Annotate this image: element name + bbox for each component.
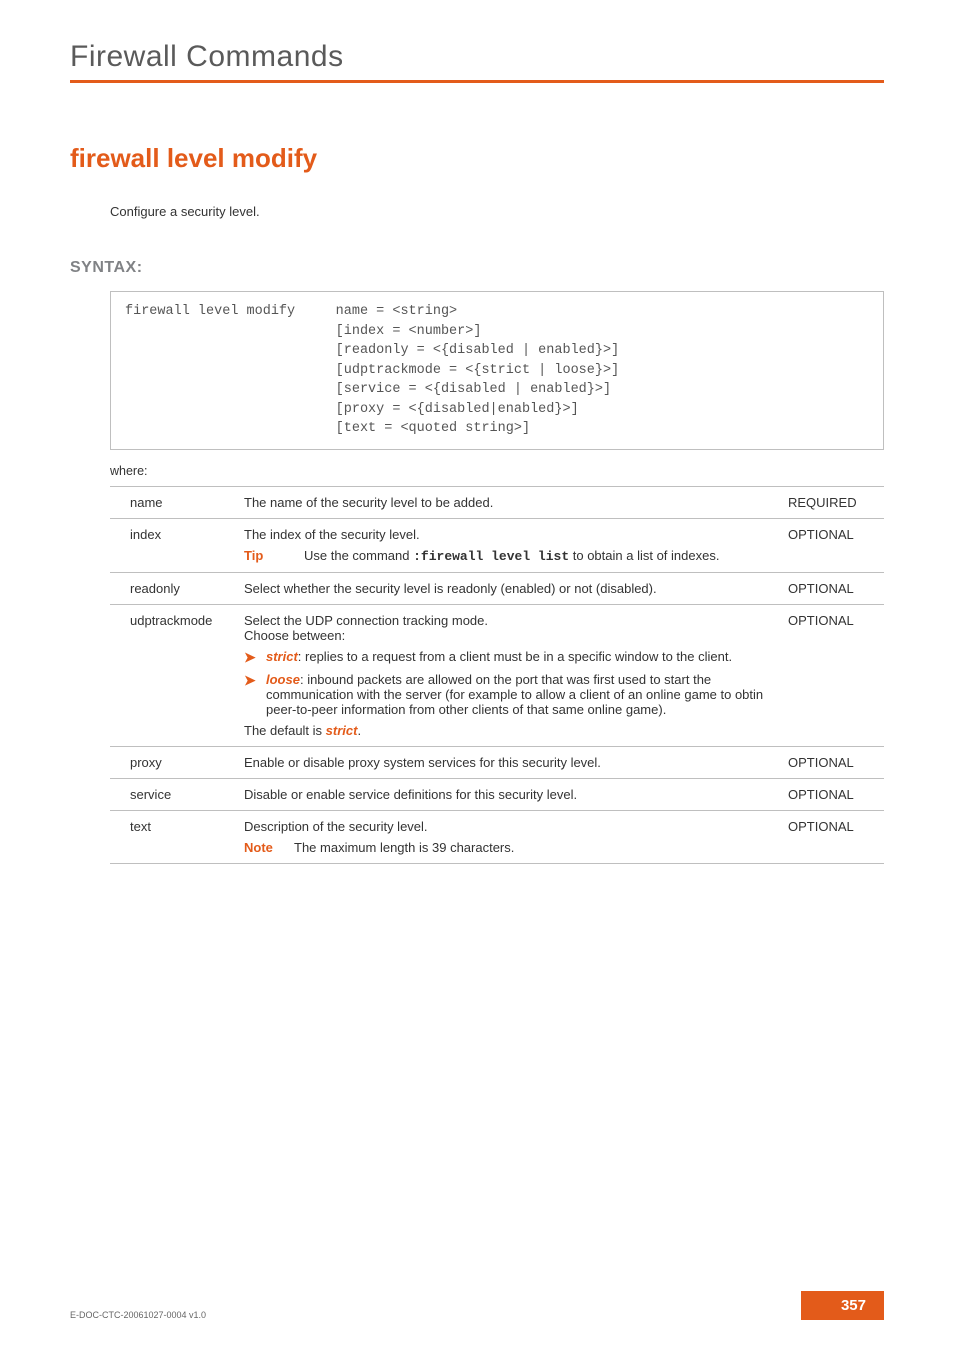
bullet-strict: ➤ strict: replies to a request from a cl… (244, 649, 774, 666)
page-title: firewall level modify (70, 143, 884, 174)
tip-cmd: :firewall level list (413, 549, 569, 564)
loose-text: : inbound packets are allowed on the por… (266, 672, 763, 717)
bullet-arrow-icon: ➤ (244, 649, 266, 666)
bullet-text: strict: replies to a request from a clie… (266, 649, 732, 666)
table-row: service Disable or enable service defini… (110, 778, 884, 810)
default-line: The default is strict. (244, 723, 774, 738)
param-req: OPTIONAL (784, 604, 884, 746)
default-val: strict (326, 723, 358, 738)
tip-text: Use the command :firewall level list to … (304, 548, 719, 564)
param-desc: Enable or disable proxy system services … (240, 746, 784, 778)
header-rule (70, 80, 884, 83)
table-row: proxy Enable or disable proxy system ser… (110, 746, 884, 778)
running-header: Firewall Commands (70, 40, 884, 74)
table-row: readonly Select whether the security lev… (110, 572, 884, 604)
page-number: 357 (801, 1291, 884, 1320)
param-name: index (110, 518, 240, 572)
param-req: OPTIONAL (784, 810, 884, 863)
param-req: REQUIRED (784, 486, 884, 518)
bullet-loose: ➤ loose: inbound packets are allowed on … (244, 672, 774, 717)
param-req: OPTIONAL (784, 746, 884, 778)
params-table: name The name of the security level to b… (110, 486, 884, 864)
doc-id: E-DOC-CTC-20061027-0004 v1.0 (70, 1310, 206, 1320)
udp-intro2: Choose between: (244, 628, 774, 643)
param-desc: The name of the security level to be add… (240, 486, 784, 518)
index-line1: The index of the security level. (244, 527, 774, 542)
table-row: text Description of the security level. … (110, 810, 884, 863)
param-desc: The index of the security level. Tip Use… (240, 518, 784, 572)
table-row: name The name of the security level to b… (110, 486, 884, 518)
syntax-block: firewall level modify name = <string> [i… (110, 291, 884, 450)
strict-text: : replies to a request from a client mus… (298, 649, 732, 664)
bullet-arrow-icon: ➤ (244, 672, 266, 717)
default-pre: The default is (244, 723, 326, 738)
note-row: Note The maximum length is 39 characters… (244, 840, 774, 855)
intro-text: Configure a security level. (110, 204, 884, 219)
default-post: . (357, 723, 361, 738)
udp-intro1: Select the UDP connection tracking mode. (244, 613, 774, 628)
param-name: proxy (110, 746, 240, 778)
param-name: service (110, 778, 240, 810)
tip-label: Tip (244, 548, 304, 564)
bullet-text: loose: inbound packets are allowed on th… (266, 672, 774, 717)
param-req: OPTIONAL (784, 518, 884, 572)
param-desc: Select whether the security level is rea… (240, 572, 784, 604)
loose-label: loose (266, 672, 300, 687)
tip-row: Tip Use the command :firewall level list… (244, 548, 774, 564)
param-desc: Description of the security level. Note … (240, 810, 784, 863)
param-desc: Select the UDP connection tracking mode.… (240, 604, 784, 746)
text-line1: Description of the security level. (244, 819, 774, 834)
note-label: Note (244, 840, 294, 855)
param-req: OPTIONAL (784, 778, 884, 810)
syntax-heading: SYNTAX: (70, 259, 884, 277)
strict-label: strict (266, 649, 298, 664)
param-name: readonly (110, 572, 240, 604)
param-name: udptrackmode (110, 604, 240, 746)
param-desc: Disable or enable service definitions fo… (240, 778, 784, 810)
table-row: index The index of the security level. T… (110, 518, 884, 572)
param-name: name (110, 486, 240, 518)
where-label: where: (110, 464, 884, 478)
param-req: OPTIONAL (784, 572, 884, 604)
table-row: udptrackmode Select the UDP connection t… (110, 604, 884, 746)
tip-pre: Use the command (304, 548, 413, 563)
tip-post: to obtain a list of indexes. (569, 548, 719, 563)
footer: E-DOC-CTC-20061027-0004 v1.0 357 (70, 1291, 884, 1320)
note-text: The maximum length is 39 characters. (294, 840, 514, 855)
param-name: text (110, 810, 240, 863)
